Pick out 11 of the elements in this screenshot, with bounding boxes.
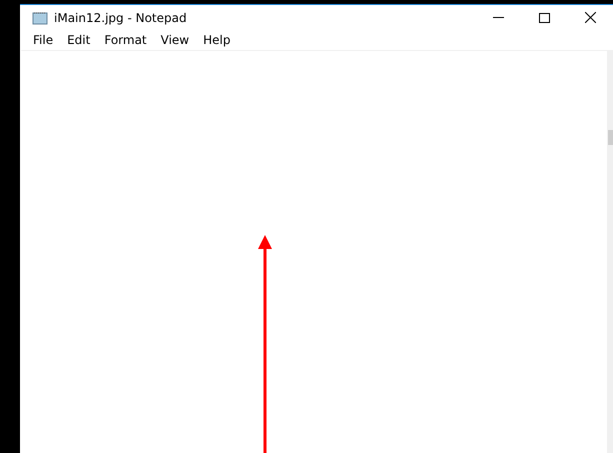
maximize-icon: [538, 12, 550, 22]
notepad-icon: [32, 10, 48, 24]
scrollbar[interactable]: [607, 51, 613, 453]
menu-item[interactable]: Format: [97, 33, 154, 47]
minimize-icon: [492, 17, 504, 18]
menu-item[interactable]: Help: [196, 33, 238, 47]
menu-item[interactable]: View: [154, 33, 196, 47]
close-icon: [584, 12, 596, 23]
menu-item[interactable]: File: [26, 33, 60, 47]
window-title: iMain12.jpg - Notepad: [54, 10, 187, 24]
menu-item[interactable]: Edit: [60, 33, 98, 47]
